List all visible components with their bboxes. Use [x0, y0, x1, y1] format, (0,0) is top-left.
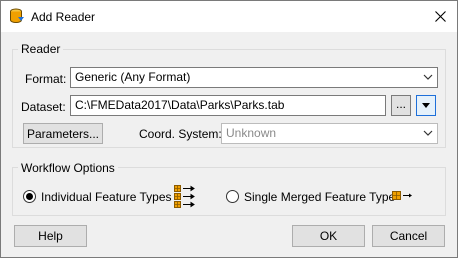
multiple-tables-icon — [174, 185, 195, 208]
individual-feature-types-label[interactable]: Individual Feature Types — [41, 190, 172, 204]
title-bar: Add Reader — [1, 1, 457, 32]
browse-button[interactable]: ... — [391, 95, 411, 116]
workflow-options-label: Workflow Options — [18, 161, 118, 175]
ok-button[interactable]: OK — [292, 225, 365, 247]
coord-system-dropdown[interactable]: Unknown — [221, 123, 438, 144]
dataset-value: C:\FMEData2017\Data\Parks\Parks.tab — [75, 98, 285, 112]
format-label: Format: — [25, 72, 67, 86]
reader-group-label: Reader — [18, 42, 64, 56]
coord-system-value: Unknown — [226, 126, 277, 140]
dataset-menu-button[interactable] — [416, 95, 436, 116]
parameters-label: Parameters... — [26, 126, 100, 141]
fme-reader-icon — [10, 8, 24, 23]
add-reader-dialog: Add Reader Reader Format: Generic (Any F… — [0, 0, 458, 258]
single-table-icon — [392, 191, 412, 200]
help-label: Help — [38, 229, 63, 243]
single-merged-feature-type-radio[interactable] — [226, 190, 239, 203]
cancel-label: Cancel — [389, 229, 428, 243]
parameters-button[interactable]: Parameters... — [23, 123, 103, 144]
coord-system-label: Coord. System: — [139, 127, 222, 141]
dataset-label: Dataset: — [21, 100, 66, 114]
format-dropdown[interactable]: Generic (Any Format) — [70, 67, 438, 88]
single-merged-feature-type-label[interactable]: Single Merged Feature Type — [244, 190, 395, 204]
chevron-down-icon — [423, 74, 433, 80]
cancel-button[interactable]: Cancel — [372, 225, 445, 247]
close-icon — [434, 11, 446, 22]
dropdown-arrow-icon — [422, 102, 430, 108]
browse-label: ... — [395, 96, 406, 111]
close-button[interactable] — [423, 1, 457, 32]
dialog-title: Add Reader — [31, 10, 96, 24]
individual-feature-types-radio[interactable] — [23, 190, 36, 203]
ok-label: OK — [319, 229, 338, 243]
chevron-down-icon — [423, 130, 433, 136]
format-value: Generic (Any Format) — [75, 70, 191, 84]
help-button[interactable]: Help — [14, 225, 87, 247]
dataset-input[interactable]: C:\FMEData2017\Data\Parks\Parks.tab — [70, 95, 386, 116]
